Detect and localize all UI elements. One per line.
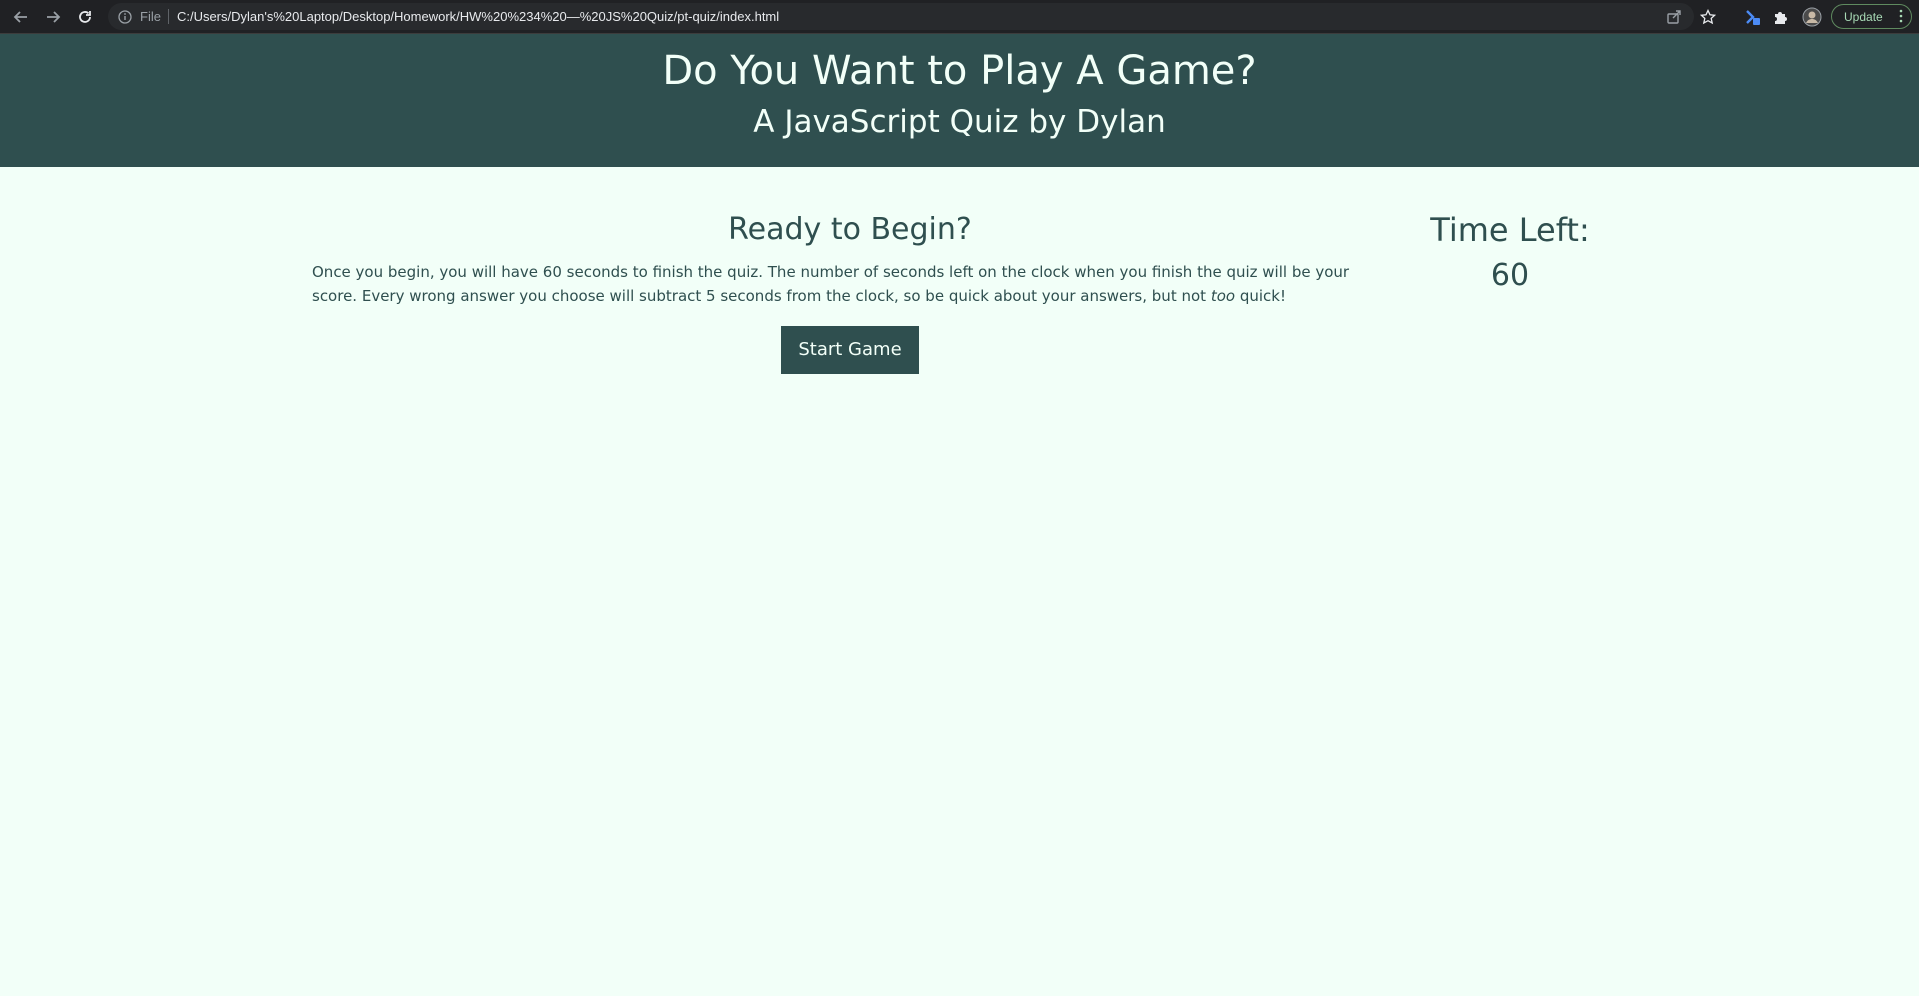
start-game-button[interactable]: Start Game (781, 326, 919, 374)
back-icon[interactable] (10, 6, 32, 28)
quiz-intro-panel: Ready to Begin? Once you begin, you will… (312, 210, 1388, 374)
quiz-instructions-text: Once you begin, you will have 60 seconds… (312, 263, 1350, 305)
url-text[interactable]: C:/Users/Dylan's%20Laptop/Desktop/Homewo… (177, 9, 779, 24)
profile-icon[interactable] (1801, 6, 1823, 28)
timer-value: 60 (1490, 258, 1530, 293)
forward-icon[interactable] (42, 6, 64, 28)
browser-toolbar: File C:/Users/Dylan's%20Laptop/Desktop/H… (0, 0, 1919, 34)
extension-icon[interactable] (1741, 6, 1763, 28)
site-header: Do You Want to Play A Game? A JavaScript… (0, 34, 1919, 167)
address-bar[interactable]: File C:/Users/Dylan's%20Laptop/Desktop/H… (108, 3, 1694, 30)
page-title: Do You Want to Play A Game? (662, 48, 1257, 94)
url-scheme-label: File (140, 9, 169, 24)
page-subtitle: A JavaScript Quiz by Dylan (753, 104, 1166, 140)
puzzle-icon[interactable] (1769, 6, 1791, 28)
menu-icon[interactable] (1899, 9, 1903, 23)
info-icon[interactable] (118, 9, 132, 24)
update-button[interactable]: Update (1831, 4, 1912, 29)
quiz-instructions-emphasis: too (1210, 287, 1236, 305)
timer-panel: Time Left: 60 (1410, 210, 1610, 294)
timer-label: Time Left: (1430, 211, 1590, 249)
quiz-heading: Ready to Begin? (728, 212, 972, 247)
share-icon[interactable] (1663, 6, 1685, 28)
quiz-instructions: Once you begin, you will have 60 seconds… (312, 260, 1388, 308)
reload-icon[interactable] (74, 6, 96, 28)
quiz-instructions-end: quick! (1235, 287, 1286, 305)
update-button-label: Update (1844, 9, 1883, 24)
star-icon[interactable] (1697, 6, 1719, 28)
